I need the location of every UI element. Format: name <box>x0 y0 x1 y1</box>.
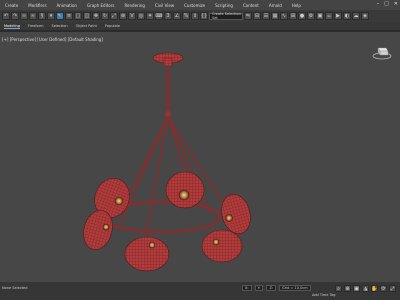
mirror-icon[interactable]: ⇋ <box>244 12 252 20</box>
maximize-viewport-icon[interactable]: ⤢ <box>389 285 396 292</box>
selection-set-dropdown[interactable]: Create Selection Set <box>209 12 243 20</box>
render-cloud-icon[interactable]: ☁ <box>352 12 360 20</box>
z-coordinate-field[interactable]: Z: <box>266 285 277 291</box>
menu-item-customize[interactable]: Customize <box>179 3 210 8</box>
menu-item-arnold[interactable]: Arnold <box>264 3 287 8</box>
minimize-icon[interactable]: – <box>377 1 380 7</box>
snaps-toggle-icon[interactable]: 3 <box>164 12 172 20</box>
a360-gallery-icon[interactable]: ◈ <box>361 12 369 20</box>
render-setup-icon[interactable]: ⚙ <box>307 12 315 20</box>
menu-item-animation[interactable]: Animation <box>52 3 82 8</box>
material-editor-icon[interactable]: ● <box>298 12 306 20</box>
unlink-icon[interactable]: ≈ <box>29 12 37 20</box>
menu-item-help[interactable]: Help <box>287 3 306 8</box>
perspective-viewport[interactable]: [+] [Perspective] [User Defined] [Defaul… <box>0 32 400 282</box>
render-production-icon[interactable]: ☕ <box>325 12 333 20</box>
spinner-snap-icon[interactable]: ⇕ <box>191 12 199 20</box>
tab-selection[interactable]: Selection <box>52 24 68 28</box>
coordinate-display: X: Y: Z: Grid = 10,0cm <box>242 285 311 291</box>
angle-snap-icon[interactable]: ∠ <box>173 12 181 20</box>
x-coordinate-field[interactable]: X: <box>242 285 252 291</box>
select-object-icon[interactable]: ↖ <box>56 12 64 20</box>
chandelier-model[interactable] <box>0 32 400 282</box>
tab-object-paint[interactable]: Object Paint <box>76 24 97 28</box>
menu-item-graph-editors[interactable]: Graph Editors <box>82 3 119 8</box>
undo-icon[interactable]: ↶ <box>2 12 10 20</box>
zoom-extents-icon[interactable]: ▣ <box>353 285 360 292</box>
viewcube-icon[interactable] <box>372 42 392 62</box>
menu-item-content[interactable]: Content <box>238 3 264 8</box>
reference-coordinate-icon[interactable]: V <box>128 12 136 20</box>
scale-icon[interactable]: ⤢ <box>110 12 118 20</box>
main-toolbar: ↶ ↷ ∞ ≈ § ▾ ↖ ≡ □ ◫ ✥ ↻ ⤢ ⊕ V ◎ ✦ ⌨ 3 ∠ … <box>0 10 400 22</box>
menu-item-rendering[interactable]: Rendering <box>119 3 149 8</box>
add-time-tag-button[interactable]: Add Time Tag <box>312 293 336 297</box>
curve-editor-icon[interactable]: ∿ <box>280 12 288 20</box>
selection-status: None Selected <box>2 286 28 290</box>
tab-modeling[interactable]: Modeling <box>4 24 20 29</box>
menu-item-modifiers[interactable]: Modifiers <box>23 3 51 8</box>
rectangle-selection-icon[interactable]: □ <box>74 12 82 20</box>
zoom-icon[interactable]: ⌕ <box>335 285 342 292</box>
maximize-icon[interactable]: □ <box>384 1 389 7</box>
menu-item-create[interactable]: Create <box>0 3 23 8</box>
toggle-ribbon-icon[interactable]: ▦ <box>271 12 279 20</box>
selection-filter-icon[interactable]: ▾ <box>47 12 55 20</box>
viewport-label[interactable]: [+] [Perspective] [User Defined] [Defaul… <box>2 37 103 42</box>
pan-icon[interactable]: ✋ <box>371 285 378 292</box>
redo-icon[interactable]: ↷ <box>11 12 19 20</box>
select-manipulate-icon[interactable]: ✦ <box>146 12 154 20</box>
move-icon[interactable]: ✥ <box>92 12 100 20</box>
render-activeshade-icon[interactable]: ◐ <box>343 12 351 20</box>
link-icon[interactable]: ∞ <box>20 12 28 20</box>
select-by-name-icon[interactable]: ≡ <box>65 12 73 20</box>
ribbon: Modeling Freeform Selection Object Paint… <box>0 22 400 30</box>
grid-size: Grid = 10,0cm <box>279 285 311 291</box>
zoom-all-icon[interactable]: ⊕ <box>344 285 351 292</box>
keyboard-shortcut-icon[interactable]: ⌨ <box>155 12 163 20</box>
render-iterative-icon[interactable]: ▶ <box>334 12 342 20</box>
close-icon[interactable]: ✕ <box>394 1 398 7</box>
rendered-frame-window-icon[interactable]: ▣ <box>316 12 324 20</box>
schematic-view-icon[interactable]: ⊞ <box>289 12 297 20</box>
window-crossing-icon[interactable]: ◫ <box>83 12 91 20</box>
percent-snap-icon[interactable]: % <box>182 12 190 20</box>
menu-item-scripting[interactable]: Scripting <box>210 3 238 8</box>
navigation-controls: ⌕ ⊕ ▣ ◮ ✋ ⟳ ⤢ <box>335 285 396 292</box>
status-bar: None Selected X: Y: Z: Grid = 10,0cm Add… <box>0 282 400 300</box>
menu-item-civil-view[interactable]: Civil View <box>150 3 179 8</box>
orbit-icon[interactable]: ⟳ <box>380 285 387 292</box>
rotate-icon[interactable]: ↻ <box>101 12 109 20</box>
bind-spacewarp-icon[interactable]: § <box>38 12 46 20</box>
align-icon[interactable]: ⊟ <box>253 12 261 20</box>
tab-populate[interactable]: Populate <box>105 24 120 28</box>
layer-explorer-icon[interactable]: ☰ <box>262 12 270 20</box>
field-of-view-icon[interactable]: ◮ <box>362 285 369 292</box>
place-icon[interactable]: ⊕ <box>119 12 127 20</box>
y-coordinate-field[interactable]: Y: <box>254 285 264 291</box>
pivot-center-icon[interactable]: ◎ <box>137 12 145 20</box>
menu-bar: Create Modifiers Animation Graph Editors… <box>0 0 400 10</box>
tab-freeform[interactable]: Freeform <box>28 24 44 28</box>
edit-named-selection-icon[interactable]: {} <box>200 12 208 20</box>
